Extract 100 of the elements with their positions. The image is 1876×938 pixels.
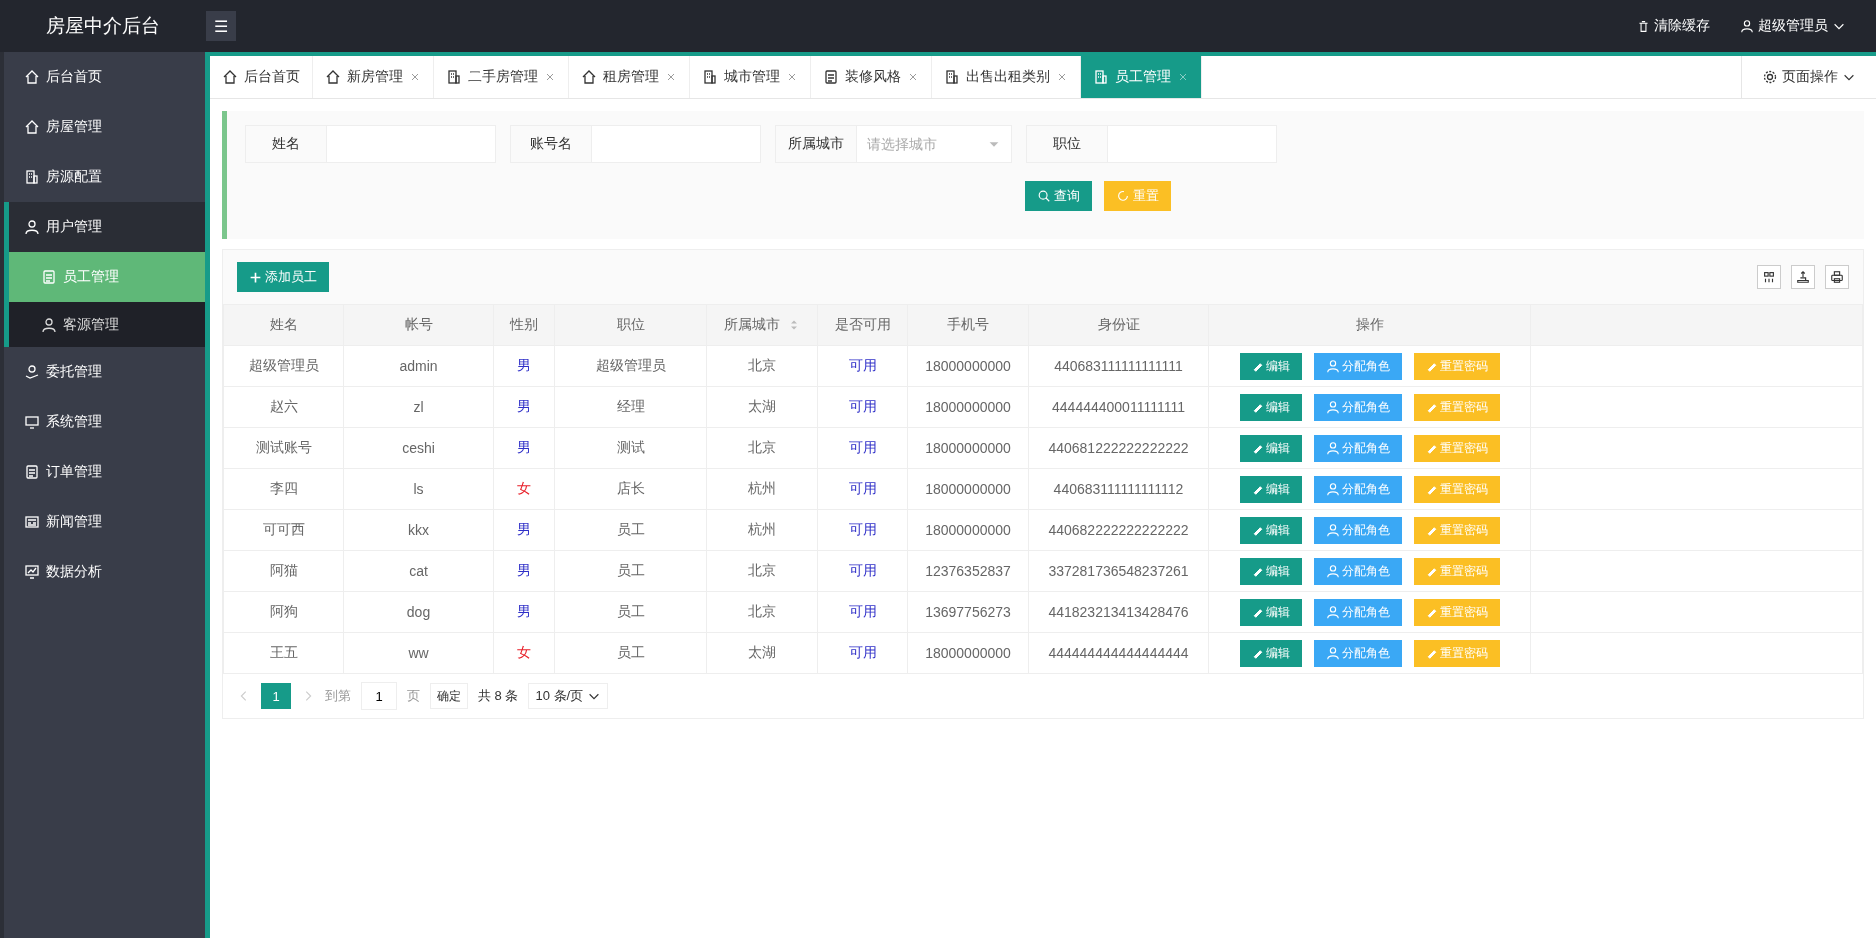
search-button[interactable]: 查询 bbox=[1025, 181, 1092, 211]
table-cell: 可用 bbox=[817, 386, 908, 428]
sidebar-item[interactable]: 数据分析 bbox=[4, 547, 205, 597]
sidebar-item[interactable]: 后台首页 bbox=[4, 52, 205, 102]
assign-role-button[interactable]: 分配角色 bbox=[1313, 434, 1402, 462]
pencil-icon bbox=[1251, 483, 1264, 495]
sidebar-item[interactable]: 房屋管理 bbox=[4, 102, 205, 152]
column-header: 是否可用 bbox=[817, 304, 908, 346]
pencil-icon bbox=[1251, 442, 1264, 454]
filter-field[interactable]: 职位 bbox=[1026, 125, 1277, 163]
table-cell: 阿猫 bbox=[223, 550, 344, 592]
filter-field[interactable]: 所属城市 请选择城市 bbox=[775, 125, 1012, 163]
page-number[interactable]: 1 bbox=[261, 683, 291, 709]
sidebar-subitem[interactable]: 客源管理 bbox=[9, 302, 205, 347]
filter-field[interactable]: 姓名 bbox=[245, 125, 496, 163]
sidebar-item[interactable]: 新闻管理 bbox=[4, 497, 205, 547]
table-cell: 440681222222222222 bbox=[1028, 427, 1209, 469]
page-size-select[interactable]: 10 条/页 bbox=[528, 683, 609, 709]
pencil-icon bbox=[1251, 647, 1264, 659]
table-cell: 444444400011111111 bbox=[1028, 386, 1209, 428]
assign-role-button[interactable]: 分配角色 bbox=[1313, 352, 1402, 380]
menu-button[interactable]: ☰ bbox=[206, 11, 236, 41]
field-label: 所属城市 bbox=[776, 126, 857, 162]
sidebar-item[interactable]: 房源配置 bbox=[4, 152, 205, 202]
close-icon[interactable] bbox=[544, 71, 556, 83]
page-unit: 页 bbox=[407, 687, 420, 705]
edit-button[interactable]: 编辑 bbox=[1239, 598, 1302, 626]
sidebar-item[interactable]: 用户管理 bbox=[4, 202, 205, 252]
assign-role-button[interactable]: 分配角色 bbox=[1313, 639, 1402, 667]
edit-button[interactable]: 编辑 bbox=[1239, 639, 1302, 667]
close-icon[interactable] bbox=[1177, 71, 1189, 83]
table-cell: 测试账号 bbox=[223, 427, 344, 469]
sidebar-item[interactable]: 系统管理 bbox=[4, 397, 205, 447]
add-employee-button[interactable]: 添加员工 bbox=[237, 262, 329, 292]
edit-button[interactable]: 编辑 bbox=[1239, 475, 1302, 503]
user-icon bbox=[1325, 482, 1340, 496]
table-cell: 可用 bbox=[817, 632, 908, 674]
table-cell: 18000000000 bbox=[907, 345, 1029, 387]
table-cell: 18000000000 bbox=[907, 386, 1029, 428]
assign-role-button[interactable]: 分配角色 bbox=[1313, 598, 1402, 626]
table-cell: 超级管理员 bbox=[554, 345, 707, 387]
filter-field[interactable]: 账号名 bbox=[510, 125, 761, 163]
assign-role-button[interactable]: 分配角色 bbox=[1313, 393, 1402, 421]
table-cell: zl bbox=[343, 386, 494, 428]
table-cell: cat bbox=[343, 550, 494, 592]
assign-role-button[interactable]: 分配角色 bbox=[1313, 516, 1402, 544]
table-cell: admin bbox=[343, 345, 494, 387]
house-icon bbox=[24, 119, 40, 135]
search-icon bbox=[1037, 189, 1051, 203]
user-menu[interactable]: 超级管理员 bbox=[1740, 17, 1846, 35]
table-cell: 员工 bbox=[554, 509, 707, 551]
sort-icon bbox=[788, 319, 800, 331]
assign-role-button[interactable]: 分配角色 bbox=[1313, 475, 1402, 503]
table-cell: 赵六 bbox=[223, 386, 344, 428]
table-cell: 杭州 bbox=[706, 509, 818, 551]
table-cell: 阿狗 bbox=[223, 591, 344, 633]
user-icon bbox=[1325, 523, 1340, 537]
table-cell: 员工 bbox=[554, 591, 707, 633]
user-icon bbox=[1325, 605, 1340, 619]
assign-role-button[interactable]: 分配角色 bbox=[1313, 557, 1402, 585]
table-cell: dog bbox=[343, 591, 494, 633]
columns-button[interactable] bbox=[1757, 265, 1781, 289]
sidebar-subitem[interactable]: 员工管理 bbox=[9, 252, 205, 302]
print-button[interactable] bbox=[1825, 265, 1849, 289]
document-icon bbox=[24, 464, 40, 480]
user-icon bbox=[1325, 646, 1340, 660]
house-icon bbox=[325, 69, 341, 85]
pencil-icon bbox=[1425, 647, 1438, 659]
close-icon[interactable] bbox=[907, 71, 919, 83]
table-cell: kkx bbox=[343, 509, 494, 551]
document-icon bbox=[41, 269, 57, 285]
close-icon[interactable] bbox=[409, 71, 421, 83]
table-cell: 男 bbox=[493, 345, 555, 387]
building-icon bbox=[446, 69, 462, 85]
table-cell: 北京 bbox=[706, 427, 818, 469]
table-cell: 18000000000 bbox=[907, 632, 1029, 674]
table-cell: 441823213413428476 bbox=[1028, 591, 1209, 633]
close-icon[interactable] bbox=[665, 71, 677, 83]
export-button[interactable] bbox=[1791, 265, 1815, 289]
pencil-icon bbox=[1251, 524, 1264, 536]
edit-button[interactable]: 编辑 bbox=[1239, 516, 1302, 544]
page-input[interactable]: 1 bbox=[361, 682, 397, 710]
table-cell: 13697756273 bbox=[907, 591, 1029, 633]
column-header[interactable]: 所属城市 bbox=[706, 304, 818, 346]
edit-button[interactable]: 编辑 bbox=[1239, 557, 1302, 585]
clear-cache-button[interactable]: 清除缓存 bbox=[1637, 17, 1710, 35]
house-icon bbox=[222, 69, 238, 85]
sidebar-item[interactable]: 订单管理 bbox=[4, 447, 205, 497]
edit-button[interactable]: 编辑 bbox=[1239, 393, 1302, 421]
sidebar-item[interactable]: 委托管理 bbox=[4, 347, 205, 397]
field-label: 职位 bbox=[1027, 126, 1108, 162]
column-header: 职位 bbox=[554, 304, 707, 346]
close-icon[interactable] bbox=[1056, 71, 1068, 83]
edit-button[interactable]: 编辑 bbox=[1239, 352, 1302, 380]
close-icon[interactable] bbox=[786, 71, 798, 83]
table-cell: 444444444444444444 bbox=[1028, 632, 1209, 674]
page-tab[interactable]: 员工管理 bbox=[1081, 56, 1202, 98]
edit-button[interactable]: 编辑 bbox=[1239, 434, 1302, 462]
confirm-button[interactable]: 确定 bbox=[430, 683, 468, 709]
column-header: 性别 bbox=[493, 304, 555, 346]
